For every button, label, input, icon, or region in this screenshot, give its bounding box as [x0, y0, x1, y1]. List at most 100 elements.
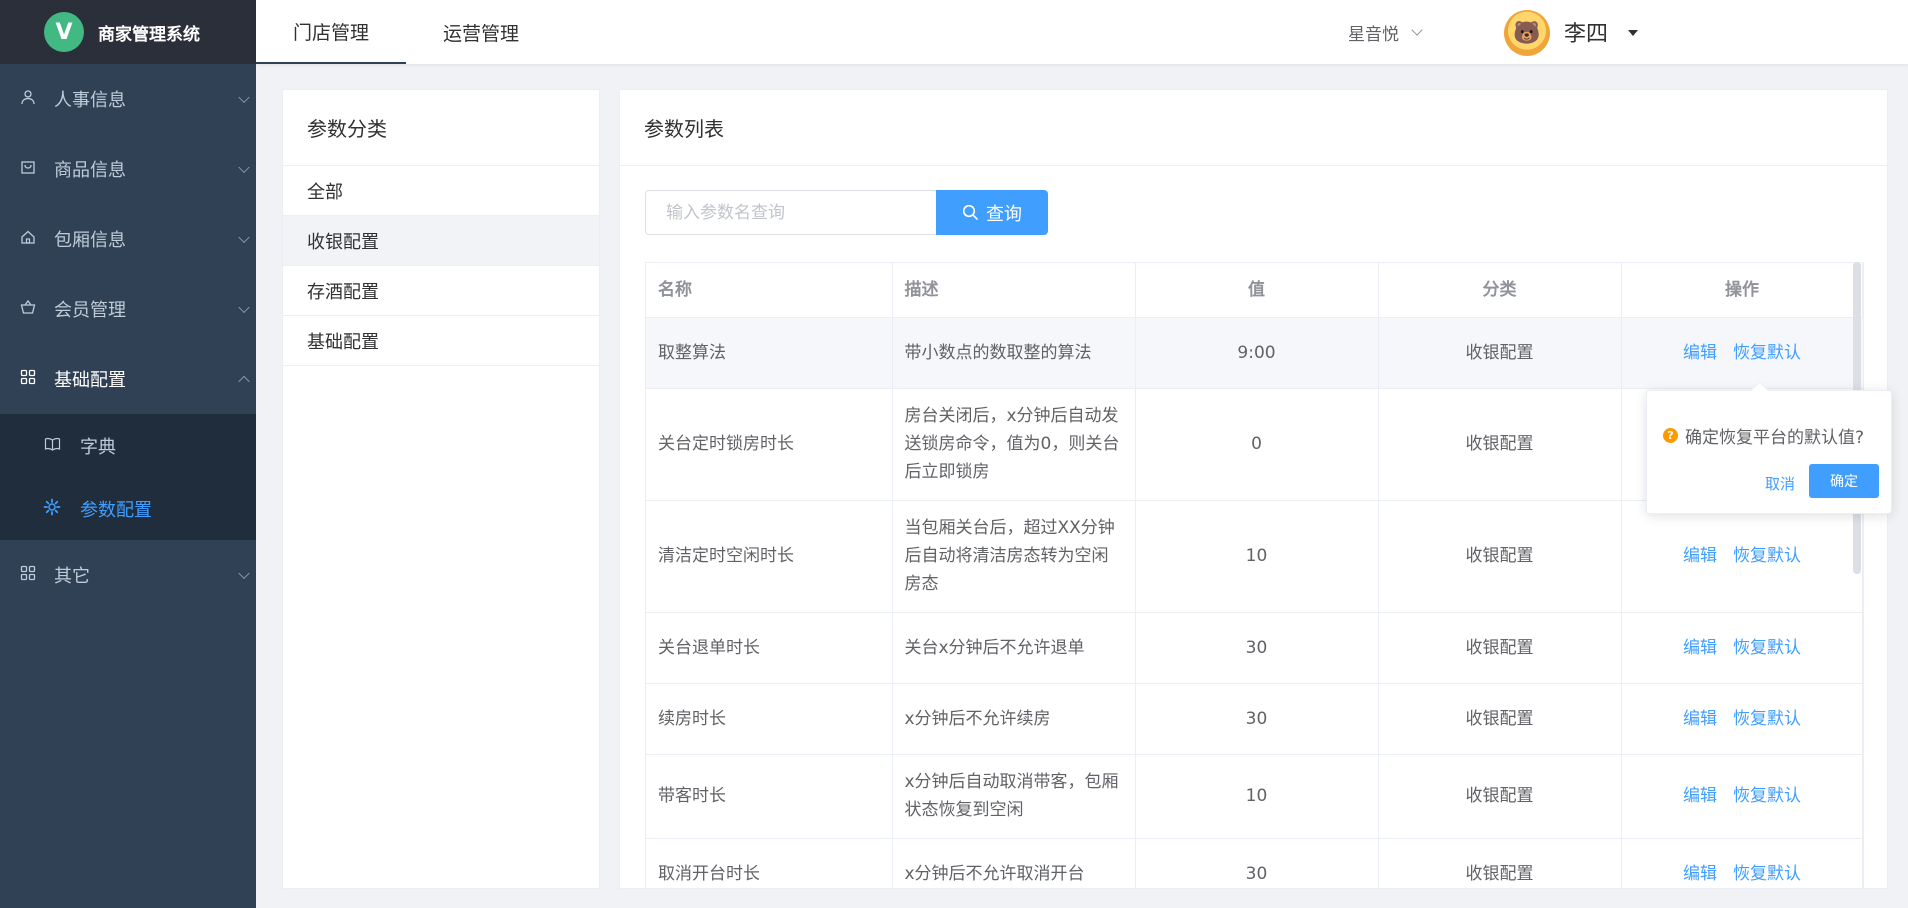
basket-icon: [18, 299, 38, 319]
user-name[interactable]: 李四: [1564, 0, 1608, 64]
cell-value: 30: [1135, 683, 1379, 755]
sidebar-item-param-config[interactable]: 参数配置: [0, 477, 256, 540]
table-row[interactable]: 关台退单时长 关台x分钟后不允许退单 30 收银配置 编辑 恢复默认: [646, 612, 1864, 684]
cell-actions: 编辑恢复默认: [1621, 317, 1864, 389]
column-header-category: 分类: [1378, 263, 1622, 318]
cell-name: 关台退单时长: [646, 612, 893, 684]
search-input[interactable]: [645, 190, 936, 235]
grid-icon: [18, 369, 38, 389]
table-row[interactable]: 取整算法 带小数点的数取整的算法 9:00 收银配置 编辑 恢复默认: [646, 317, 1864, 389]
edit-link[interactable]: 编辑: [1683, 864, 1717, 884]
sidebar-item-label: 商品信息: [54, 160, 126, 181]
table-header-row: 名称 描述 值 分类 操作: [646, 263, 1864, 318]
sidebar-item-dictionary[interactable]: 字典: [0, 414, 256, 477]
reset-default-link[interactable]: 恢复默认: [1733, 546, 1801, 566]
sidebar-item-basic-config[interactable]: 基础配置: [0, 344, 256, 414]
cell-category: 收银配置: [1378, 612, 1622, 684]
chevron-down-icon: [238, 567, 250, 580]
sidebar-item-label: 基础配置: [54, 370, 126, 391]
table-row[interactable]: 取消开台时长 x分钟后不允许取消开台 30 收银配置 编辑 恢复默认: [646, 838, 1864, 888]
category-item-basic[interactable]: 基础配置: [283, 316, 599, 366]
cell-name: 取消开台时长: [646, 838, 893, 888]
category-item-cashier[interactable]: 收银配置: [283, 216, 599, 266]
store-selector[interactable]: 星音悦: [1348, 0, 1423, 64]
edit-link[interactable]: 编辑: [1683, 546, 1717, 566]
cell-category: 收银配置: [1378, 388, 1622, 501]
shopping-bag-icon: [18, 159, 38, 179]
cell-value: 9:00: [1135, 317, 1379, 389]
logo-icon: V: [44, 12, 84, 52]
cell-actions: 编辑恢复默认: [1621, 838, 1864, 888]
search-button[interactable]: 查询: [936, 190, 1048, 235]
cell-category: 收银配置: [1378, 754, 1622, 839]
sidebar-item-other[interactable]: 其它: [0, 540, 256, 610]
category-item-wine-storage[interactable]: 存酒配置: [283, 266, 599, 316]
tab-operations[interactable]: 运营管理: [406, 0, 556, 64]
sidebar-item-members[interactable]: 会员管理: [0, 274, 256, 344]
reset-default-link[interactable]: 恢复默认: [1733, 638, 1801, 658]
table-row[interactable]: 续房时长 x分钟后不允许续房 30 收银配置 编辑 恢复默认: [646, 683, 1864, 755]
popover-cancel-button[interactable]: 取消: [1765, 473, 1795, 494]
sidebar-item-label: 参数配置: [80, 499, 152, 521]
cell-desc: x分钟后不允许取消开台: [892, 838, 1136, 888]
sidebar-item-label: 字典: [80, 436, 116, 458]
sidebar-item-products[interactable]: 商品信息: [0, 134, 256, 204]
cell-value: 0: [1135, 388, 1379, 501]
table-row[interactable]: 带客时长 x分钟后自动取消带客，包厢状态恢复到空闲 10 收银配置 编辑 恢复默认: [646, 754, 1864, 839]
sidebar-item-label: 其它: [54, 566, 90, 587]
cell-name: 清洁定时空闲时长: [646, 500, 893, 613]
edit-link[interactable]: 编辑: [1683, 343, 1717, 363]
sidebar-item-label: 人事信息: [54, 90, 126, 111]
edit-link[interactable]: 编辑: [1683, 638, 1717, 658]
category-panel-title: 参数分类: [283, 90, 599, 166]
cell-desc: 房台关闭后，x分钟后自动发送锁房命令，值为0，则关台后立即锁房: [892, 388, 1136, 501]
cell-value: 10: [1135, 500, 1379, 613]
chevron-down-icon: [238, 161, 250, 174]
popover-confirm-button[interactable]: 确定: [1809, 464, 1879, 498]
search-bar: 查询: [645, 190, 1048, 235]
edit-link[interactable]: 编辑: [1683, 709, 1717, 729]
param-table: 名称 描述 值 分类 操作 取整算法 带小数点的数取整的算法 9:00 收银配置…: [645, 262, 1864, 888]
edit-link[interactable]: 编辑: [1683, 786, 1717, 806]
caret-down-icon[interactable]: [1628, 30, 1638, 36]
cell-name: 带客时长: [646, 754, 893, 839]
app-logo[interactable]: V 商家管理系统: [0, 0, 256, 64]
book-icon: [42, 436, 62, 456]
cell-value: 30: [1135, 838, 1379, 888]
reset-default-link[interactable]: 恢复默认: [1733, 709, 1801, 729]
cell-desc: 带小数点的数取整的算法: [892, 317, 1136, 389]
reset-default-link[interactable]: 恢复默认: [1733, 786, 1801, 806]
search-button-label: 查询: [986, 203, 1022, 225]
cell-category: 收银配置: [1378, 838, 1622, 888]
tab-store-management[interactable]: 门店管理: [256, 0, 406, 64]
cell-actions: 编辑恢复默认: [1621, 612, 1864, 684]
table-row[interactable]: 清洁定时空闲时长 当包厢关台后，超过XX分钟后自动将清洁房态转为空闲房态 10 …: [646, 500, 1864, 613]
cell-desc: x分钟后自动取消带客，包厢状态恢复到空闲: [892, 754, 1136, 839]
cell-desc: 当包厢关台后，超过XX分钟后自动将清洁房态转为空闲房态: [892, 500, 1136, 613]
submenu-basic-config: 字典 参数配置: [0, 414, 256, 540]
column-header-actions: 操作: [1621, 263, 1864, 318]
column-header-value: 值: [1135, 263, 1379, 318]
reset-default-link[interactable]: 恢复默认: [1733, 343, 1801, 363]
cell-actions: 编辑恢复默认: [1621, 683, 1864, 755]
sidebar-item-rooms[interactable]: 包厢信息: [0, 204, 256, 274]
reset-confirm-popover: ? 确定恢复平台的默认值? 取消 确定: [1646, 381, 1892, 514]
sidebar-item-personnel[interactable]: 人事信息: [0, 64, 256, 134]
chevron-down-icon: [238, 231, 250, 244]
top-header: 门店管理 运营管理: [256, 0, 1908, 64]
cell-category: 收银配置: [1378, 683, 1622, 755]
sidebar-item-label: 会员管理: [54, 300, 126, 321]
chevron-down-icon: [1411, 24, 1423, 36]
category-item-all[interactable]: 全部: [283, 166, 599, 216]
column-header-name: 名称: [646, 263, 893, 318]
cell-category: 收银配置: [1378, 317, 1622, 389]
sidebar-item-label: 包厢信息: [54, 230, 126, 251]
cell-desc: 关台x分钟后不允许退单: [892, 612, 1136, 684]
cell-name: 关台定时锁房时长: [646, 388, 893, 501]
param-list-title: 参数列表: [620, 90, 1887, 166]
column-header-desc: 描述: [892, 263, 1136, 318]
avatar[interactable]: 🐻: [1504, 10, 1550, 56]
reset-default-link[interactable]: 恢复默认: [1733, 864, 1801, 884]
search-icon: [962, 204, 978, 220]
popover-message: ? 确定恢复平台的默认值?: [1663, 423, 1864, 448]
